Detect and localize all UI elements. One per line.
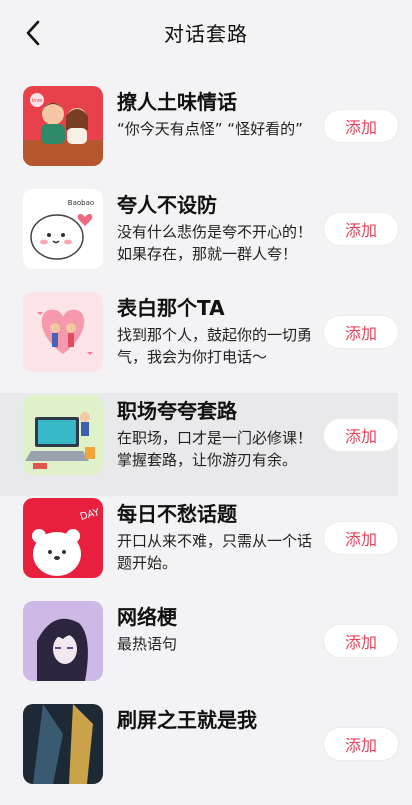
item-description: 找到那个人，鼓起你的一切勇气，我会为你打电话～	[117, 326, 313, 366]
header: 对话套路	[0, 0, 412, 64]
thumbnail-workplace	[23, 395, 103, 475]
list-item[interactable]: Baobao 夸人不设防 没有什么悲伤是夸不开心的！如果存在，那就一群人夸！ 添…	[0, 187, 412, 290]
list-item[interactable]: 刷屏之王就是我 添加	[0, 702, 412, 805]
item-title: 撩人土味情话	[117, 90, 237, 114]
thumbnail-anime-boy	[23, 601, 103, 681]
add-button[interactable]: 添加	[324, 728, 398, 760]
thumb-label: Baobao	[68, 199, 94, 207]
item-description: 没有什么悲伤是夸不开心的！如果存在，那就一群人夸！	[117, 223, 313, 263]
thumbnail-cute-blob: Baobao	[23, 189, 103, 269]
item-title: 职场夸夸套路	[117, 399, 237, 423]
back-button[interactable]	[18, 18, 48, 48]
list-item[interactable]: 职场夸夸套路 在职场，口才是一门必修课！掌握套路，让你游刃有余。 添加	[0, 393, 398, 496]
item-description: “你今天有点怪” “怪好看的”	[117, 120, 303, 138]
thumbnail-heart-couple	[23, 292, 103, 372]
add-button[interactable]: 添加	[324, 522, 398, 554]
item-title: 夸人不设防	[117, 193, 217, 217]
thumbnail-bear: DAY	[23, 498, 103, 578]
item-description: 开口从来不难，只需从一个话题开始。	[117, 532, 313, 572]
item-title: 每日不愁话题	[117, 502, 237, 526]
item-title: 刷屏之王就是我	[117, 708, 257, 732]
thumbnail-dark	[23, 704, 103, 784]
item-title: 网络梗	[117, 605, 177, 629]
chevron-left-icon	[26, 20, 40, 46]
add-button[interactable]: 添加	[324, 213, 398, 245]
topic-list: love 撩人土味情话 “你今天有点怪” “怪好看的” 添加 Baobao 夸人…	[0, 84, 412, 805]
add-button[interactable]: 添加	[324, 316, 398, 348]
add-button[interactable]: 添加	[324, 419, 398, 451]
list-item[interactable]: love 撩人土味情话 “你今天有点怪” “怪好看的” 添加	[0, 84, 412, 187]
list-item[interactable]: DAY 每日不愁话题 开口从来不难，只需从一个话题开始。 添加	[0, 496, 412, 599]
list-item[interactable]: 网络梗 最热语句 添加	[0, 599, 412, 702]
list-item[interactable]: 表白那个TA 找到那个人，鼓起你的一切勇气，我会为你打电话～ 添加	[0, 290, 412, 393]
add-button[interactable]: 添加	[324, 110, 398, 142]
item-title: 表白那个TA	[117, 296, 225, 320]
page-title: 对话套路	[164, 21, 248, 46]
item-description: 最热语句	[117, 635, 178, 653]
item-description: 在职场，口才是一门必修课！掌握套路，让你游刃有余。	[117, 429, 313, 469]
thumbnail-couple: love	[23, 86, 103, 166]
add-button[interactable]: 添加	[324, 625, 398, 657]
thumb-label: love	[32, 98, 42, 104]
